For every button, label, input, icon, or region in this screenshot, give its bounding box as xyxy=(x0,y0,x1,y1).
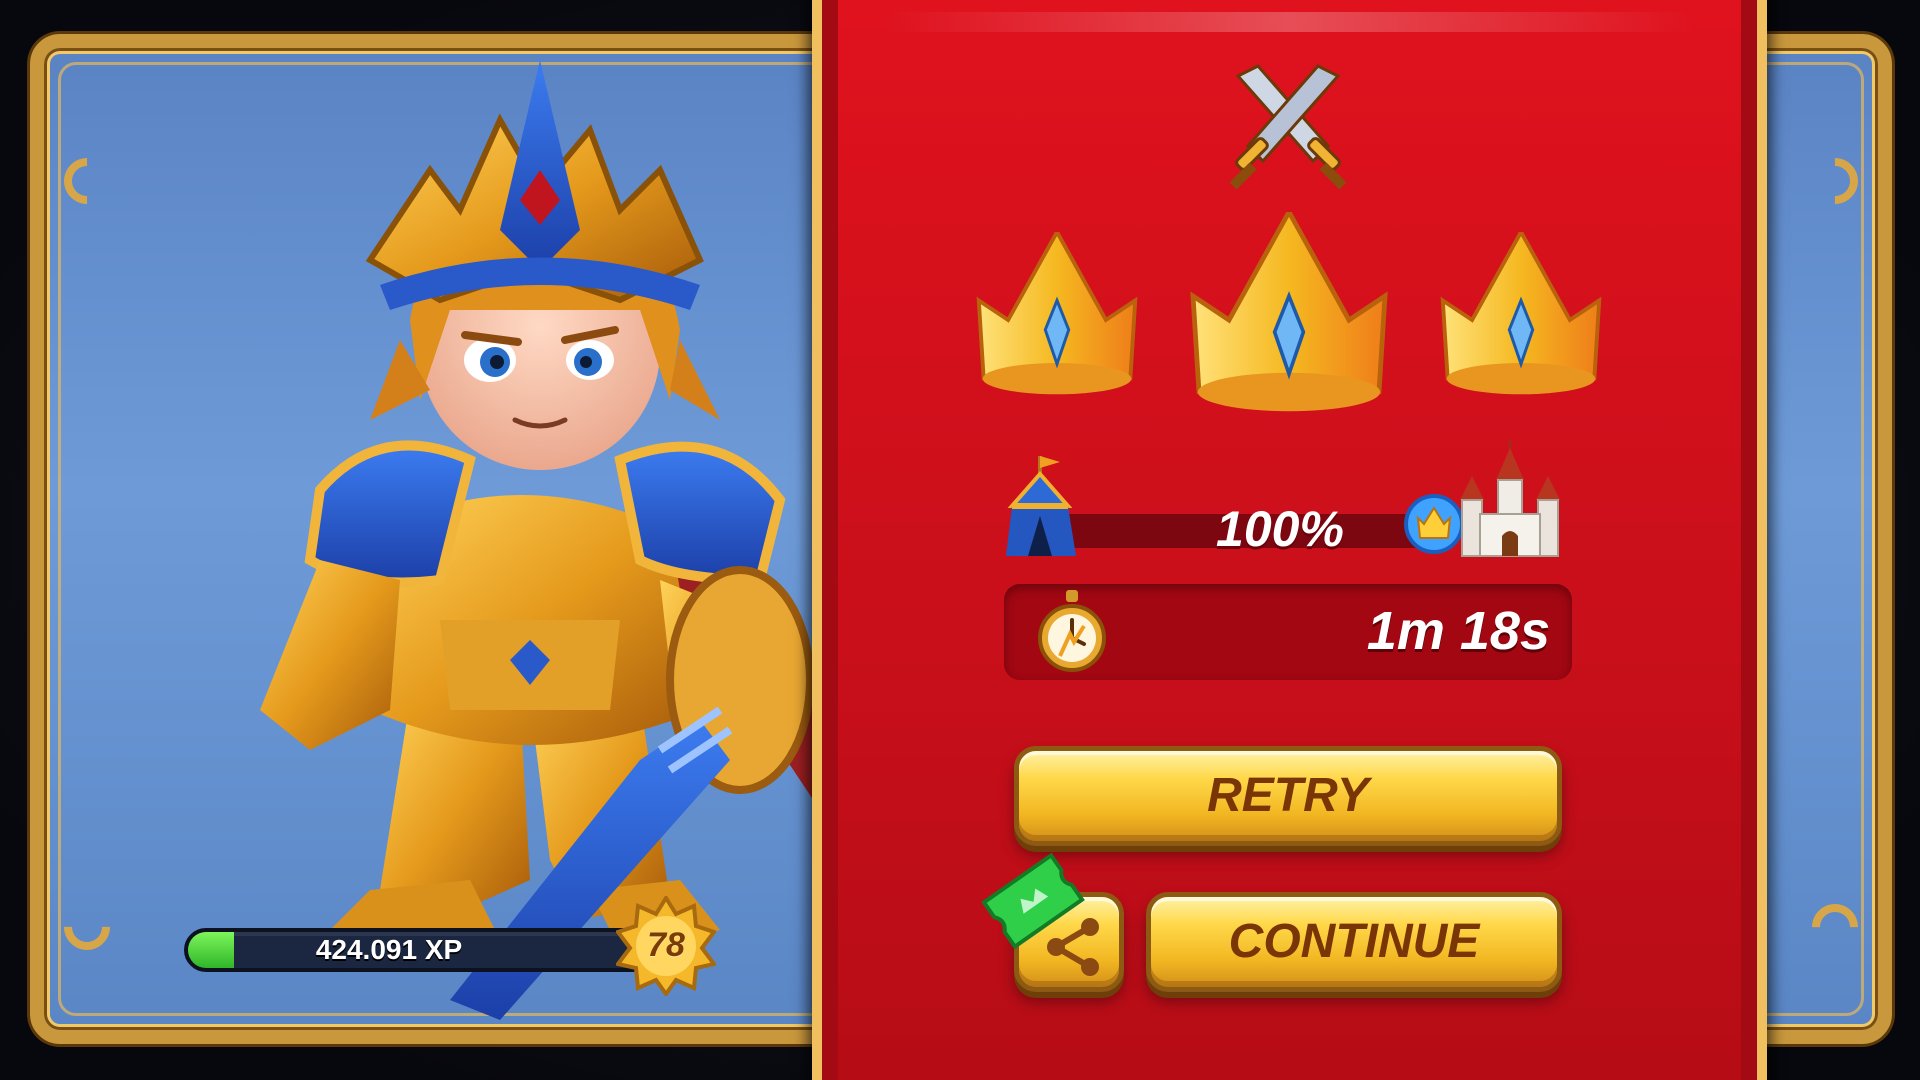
result-screen: 424.091 XP 78 100% 1m 18s RETRY CONTINUE xyxy=(0,0,1920,1080)
stopwatch-icon xyxy=(1038,590,1106,672)
crown-icon xyxy=(1190,212,1388,412)
retry-button[interactable]: RETRY xyxy=(1014,746,1562,846)
banner-sheen xyxy=(882,12,1697,32)
xp-progress-bar: 424.091 XP xyxy=(184,928,654,972)
level-number: 78 xyxy=(647,926,685,964)
crown-icon xyxy=(1440,232,1602,395)
time-value: 1m 18s xyxy=(1366,601,1550,661)
castle-icon xyxy=(1460,440,1560,557)
progress-percent: 100% xyxy=(1216,501,1344,557)
crown-icon xyxy=(976,232,1138,395)
tent-icon xyxy=(1006,456,1076,556)
crown-medal-icon xyxy=(1404,494,1464,554)
xp-label: 424.091 XP xyxy=(315,934,463,965)
level-badge: 78 xyxy=(614,894,718,998)
continue-button[interactable]: CONTINUE xyxy=(1146,892,1562,992)
crossed-swords-icon xyxy=(1229,64,1347,190)
